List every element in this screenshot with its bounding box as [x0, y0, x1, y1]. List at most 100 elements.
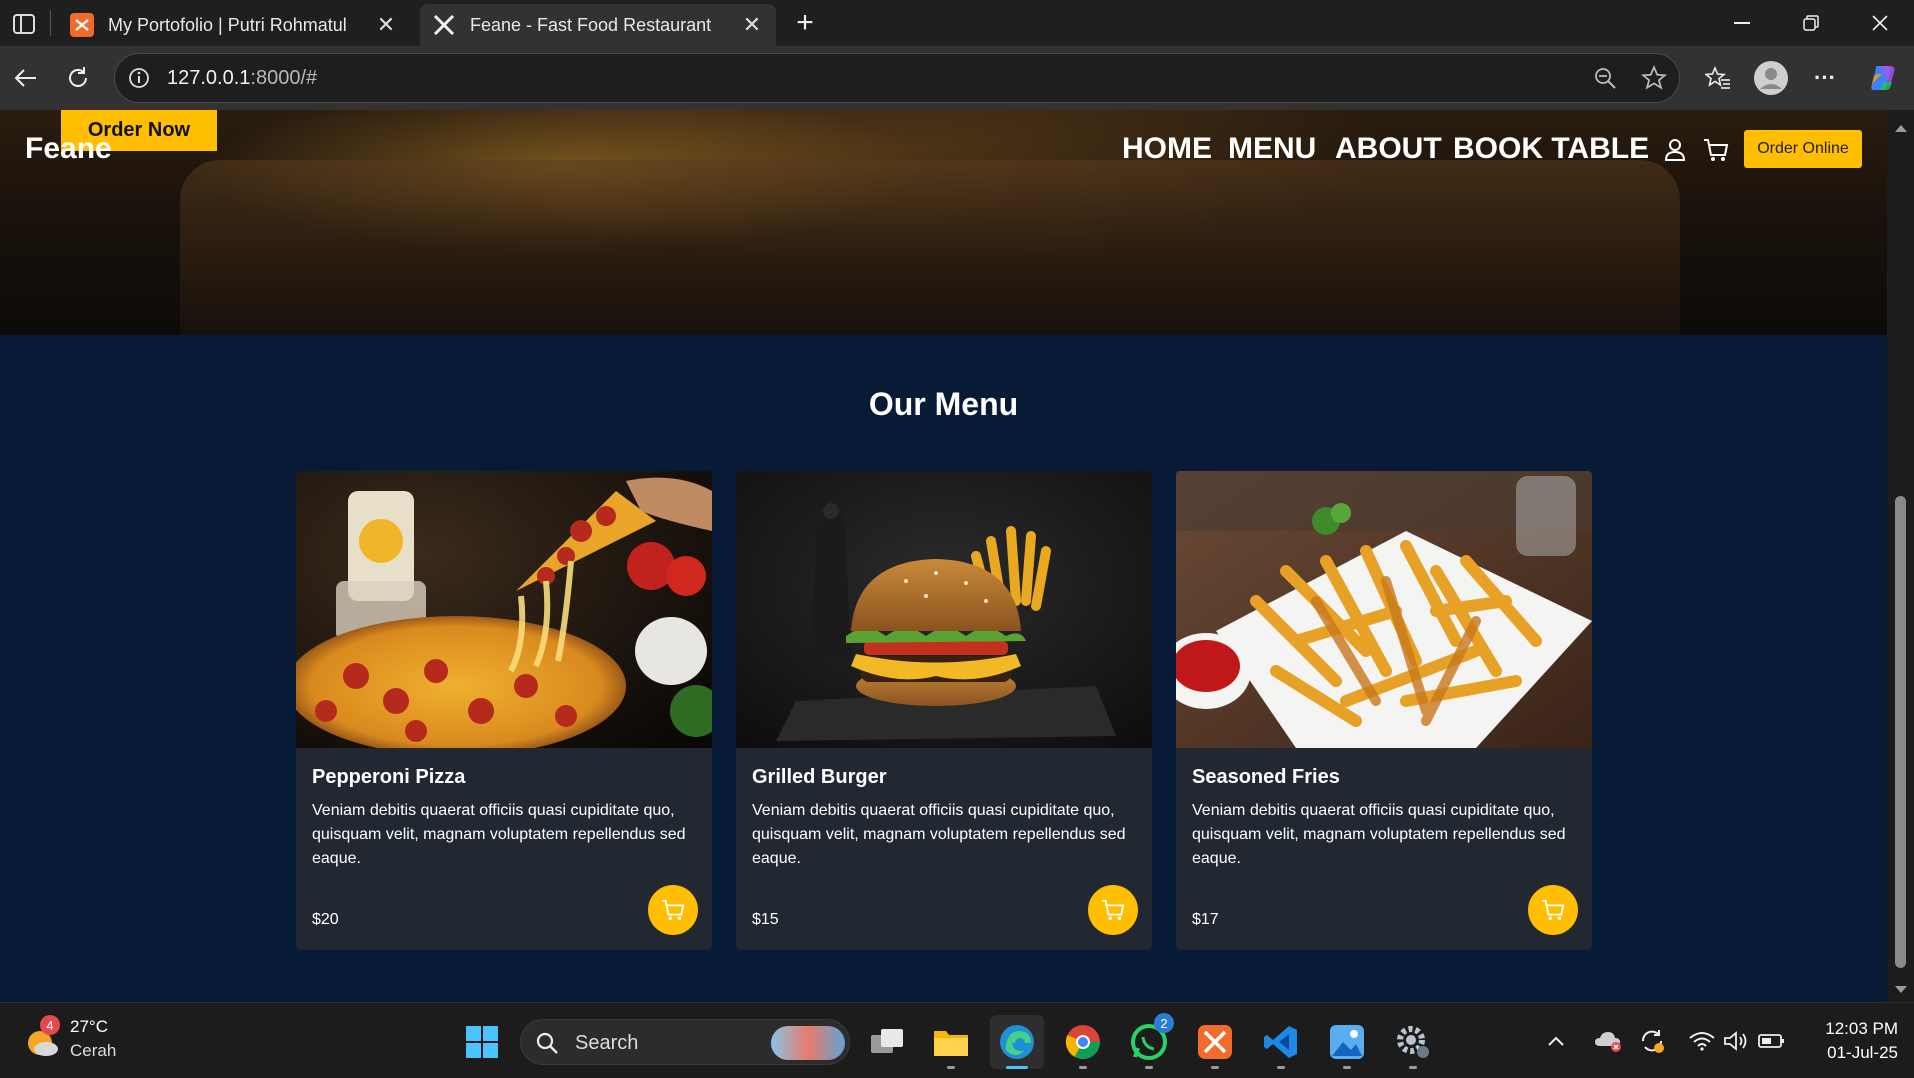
pizza-image — [296, 471, 712, 748]
menu-item-name: Seasoned Fries — [1192, 766, 1340, 788]
scroll-down-icon[interactable] — [1894, 982, 1908, 1000]
folder-icon — [934, 1031, 968, 1056]
chrome-icon — [1065, 1025, 1100, 1059]
battery-tray[interactable] — [1756, 1025, 1788, 1057]
task-view-icon — [871, 1029, 903, 1053]
site-logo[interactable]: Feane — [25, 132, 112, 166]
nav-menu[interactable]: MENU — [1228, 132, 1316, 166]
tab-portfolio[interactable]: My Portofolio | Putri Rohmatul ✕ — [58, 4, 410, 46]
menu-card: Pepperoni Pizza Veniam debitis quaerat o… — [296, 471, 712, 950]
back-icon[interactable] — [6, 58, 46, 98]
windows-taskbar: 4 27°C Cerah Search 2 12:03 PM 01-Jul-25 — [0, 1002, 1914, 1078]
taskbar-edge[interactable] — [990, 1015, 1044, 1069]
tab-title: Feane - Fast Food Restaurant — [470, 14, 712, 35]
sync-tray[interactable] — [1636, 1025, 1668, 1057]
browser-toolbar: 127.0.0.1:8000/# ··· — [0, 46, 1914, 110]
clock-date[interactable]: 01-Jul-25 — [1808, 1043, 1898, 1063]
zoom-out-icon[interactable] — [1593, 66, 1617, 95]
running-indicator — [1409, 1066, 1417, 1069]
taskbar-settings[interactable] — [1386, 1015, 1440, 1069]
chevron-up-icon — [1548, 1036, 1564, 1046]
taskbar-search[interactable]: Search — [520, 1019, 850, 1065]
sync-icon — [1641, 1030, 1664, 1053]
add-to-cart-button[interactable] — [1528, 885, 1578, 935]
nav-about[interactable]: ABOUT — [1335, 132, 1442, 166]
url-text: 127.0.0.1:8000/# — [167, 67, 317, 90]
menu-item-name: Pepperoni Pizza — [312, 766, 466, 788]
photos-icon — [1330, 1025, 1364, 1059]
nav-book-table[interactable]: BOOK TABLE — [1453, 132, 1649, 166]
burger-image — [736, 471, 1152, 748]
taskbar-whatsapp[interactable]: 2 — [1122, 1013, 1176, 1069]
cart-icon — [1541, 899, 1565, 921]
notification-badge: 2 — [1154, 1013, 1174, 1033]
edge-icon — [1000, 1025, 1034, 1059]
vscode-icon — [1264, 1026, 1297, 1058]
taskbar-photos[interactable] — [1320, 1015, 1374, 1069]
hero-food-board — [180, 160, 1680, 335]
copilot-icon[interactable] — [1862, 58, 1902, 98]
menu-item-price: $15 — [752, 911, 779, 928]
address-bar[interactable]: 127.0.0.1:8000/# — [114, 53, 1680, 103]
more-options-icon[interactable]: ··· — [1805, 58, 1845, 98]
settings-icon — [1397, 1026, 1429, 1058]
running-indicator — [1277, 1066, 1285, 1069]
search-placeholder: Search — [575, 1032, 639, 1054]
weather-temp: 27°C — [70, 1017, 108, 1036]
favorites-icon[interactable] — [1698, 58, 1738, 98]
active-indicator — [1006, 1066, 1028, 1069]
onedrive-tray[interactable] — [1592, 1025, 1624, 1057]
close-tab-icon[interactable]: ✕ — [374, 12, 398, 37]
menu-item-description: Veniam debitis quaerat officiis quasi cu… — [752, 802, 1126, 867]
sidebar-toggle-icon[interactable] — [10, 10, 38, 38]
xampp-icon — [70, 13, 94, 37]
fries-image — [1176, 471, 1592, 748]
page-scrollbar[interactable] — [1887, 110, 1914, 1002]
task-view-button[interactable] — [860, 1015, 914, 1069]
restore-icon[interactable] — [1777, 0, 1845, 46]
scroll-up-icon[interactable] — [1894, 120, 1908, 138]
site-info-icon[interactable] — [127, 66, 151, 90]
reload-icon[interactable] — [58, 58, 98, 98]
running-indicator — [1343, 1066, 1351, 1069]
user-icon[interactable] — [1664, 138, 1686, 167]
web-page: Order Now Feane HOME MENU ABOUT BOOK TAB… — [0, 110, 1887, 1002]
cart-icon[interactable] — [1703, 137, 1729, 168]
close-tab-icon[interactable]: ✕ — [740, 12, 764, 37]
close-window-icon[interactable] — [1846, 0, 1914, 46]
menu-card: Seasoned Fries Veniam debitis quaerat of… — [1176, 471, 1592, 950]
show-hidden-icons[interactable] — [1540, 1025, 1572, 1057]
network-tray[interactable] — [1686, 1025, 1718, 1057]
tab-feane[interactable]: Feane - Fast Food Restaurant ✕ — [420, 4, 776, 46]
add-to-cart-button[interactable] — [1088, 885, 1138, 935]
weather-widget[interactable]: 4 — [22, 1015, 62, 1061]
menu-item-description: Veniam debitis quaerat officiis quasi cu… — [312, 802, 686, 867]
search-highlight-image — [771, 1026, 845, 1060]
taskbar-vscode[interactable] — [1254, 1015, 1308, 1069]
windows-icon — [466, 1026, 498, 1058]
taskbar-file-explorer[interactable] — [924, 1015, 978, 1069]
order-online-button[interactable]: Order Online — [1744, 130, 1862, 168]
xampp-icon — [1198, 1025, 1232, 1059]
new-tab-icon[interactable]: + — [790, 6, 820, 39]
add-to-cart-button[interactable] — [648, 885, 698, 935]
volume-tray[interactable] — [1720, 1025, 1752, 1057]
tab-title: My Portofolio | Putri Rohmatul — [108, 14, 347, 35]
url-path: :8000/# — [250, 67, 318, 89]
weather-condition: Cerah — [70, 1041, 117, 1060]
running-indicator — [1079, 1066, 1087, 1069]
taskbar-chrome[interactable] — [1056, 1015, 1110, 1069]
taskbar-xampp[interactable] — [1188, 1015, 1242, 1069]
menu-item-description: Veniam debitis quaerat officiis quasi cu… — [1192, 802, 1566, 867]
cart-icon — [661, 899, 685, 921]
profile-avatar[interactable] — [1751, 58, 1791, 98]
nav-home[interactable]: HOME — [1122, 132, 1212, 166]
menu-item-price: $20 — [312, 911, 339, 928]
wifi-icon — [1689, 1032, 1715, 1051]
cloud-error-icon — [1595, 1032, 1621, 1052]
scrollbar-thumb[interactable] — [1895, 496, 1906, 968]
start-button[interactable] — [455, 1015, 509, 1069]
clock-time[interactable]: 12:03 PM — [1808, 1019, 1898, 1039]
favorite-star-icon[interactable] — [1640, 64, 1668, 96]
minimize-icon[interactable] — [1708, 0, 1776, 46]
